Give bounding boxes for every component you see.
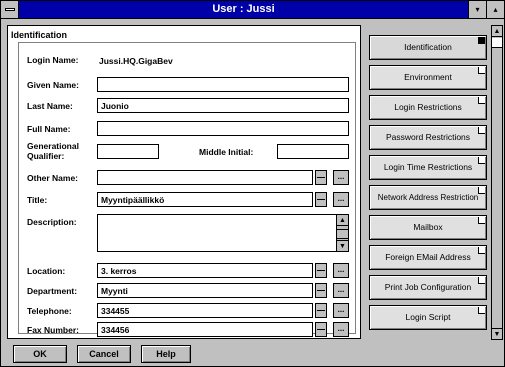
description-textarea[interactable]: ▲ ▼	[97, 214, 349, 252]
department-field[interactable]: Myynti	[97, 283, 313, 298]
location-browse-button[interactable]: ...	[333, 263, 349, 278]
fax-number-spinner[interactable]	[315, 322, 327, 337]
full-name-label: Full Name:	[27, 124, 71, 134]
tab-label: Login Time Restrictions	[383, 162, 473, 172]
given-name-label: Given Name:	[27, 80, 79, 90]
fax-number-browse-button[interactable]: ...	[333, 322, 349, 337]
system-menu-button[interactable]	[1, 1, 19, 18]
given-name-field[interactable]	[97, 77, 349, 92]
tab-identification[interactable]: Identification	[369, 35, 487, 60]
tab-login-time-restrictions[interactable]: Login Time Restrictions	[369, 155, 487, 180]
title-label: Title:	[27, 195, 48, 205]
fax-number-field[interactable]: 334456	[97, 322, 313, 337]
system-menu-icon	[5, 8, 15, 11]
tab-corner-icon	[478, 37, 485, 44]
tab-foreign-email-address[interactable]: Foreign EMail Address	[369, 245, 487, 270]
tab-corner-icon	[478, 187, 485, 194]
section-title: Identification	[11, 30, 67, 40]
login-name-value: Jussi.HQ.GigaBev	[99, 56, 173, 66]
description-label: Description:	[27, 217, 77, 227]
generational-qualifier-field[interactable]	[97, 144, 159, 159]
location-field[interactable]: 3. kerros	[97, 263, 313, 278]
tab-corner-icon	[478, 307, 485, 314]
tab-corner-icon	[478, 247, 485, 254]
minimize-button[interactable]: ▾	[468, 1, 486, 18]
cancel-button[interactable]: Cancel	[77, 345, 131, 363]
title-spinner[interactable]	[315, 192, 327, 207]
tab-login-restrictions[interactable]: Login Restrictions	[369, 95, 487, 120]
help-button[interactable]: Help	[141, 345, 191, 363]
department-spinner[interactable]	[315, 283, 327, 298]
tab-corner-icon	[478, 97, 485, 104]
login-name-label: Login Name:	[27, 55, 79, 65]
location-label: Location:	[27, 266, 66, 276]
tab-mailbox[interactable]: Mailbox	[369, 215, 487, 240]
tab-network-address-restriction[interactable]: Network Address Restriction	[369, 185, 487, 210]
last-name-field[interactable]: Juonio	[97, 98, 349, 113]
title-bar: User : Jussi ▾ ▴	[1, 1, 504, 19]
tabs-scroll-thumb[interactable]	[492, 38, 502, 48]
other-name-label: Other Name:	[27, 173, 79, 183]
department-browse-button[interactable]: ...	[333, 283, 349, 298]
tabs-scrollbar[interactable]: ▲ ▼	[491, 25, 503, 340]
tab-label: Password Restrictions	[385, 132, 471, 142]
tab-corner-icon	[478, 217, 485, 224]
user-dialog-window: User : Jussi ▾ ▴ Identification Login Na…	[0, 0, 505, 367]
department-label: Department:	[27, 286, 78, 296]
full-name-field[interactable]	[97, 121, 349, 136]
tabs-scroll-up-icon[interactable]: ▲	[492, 26, 502, 37]
other-name-spinner[interactable]	[315, 170, 327, 185]
tab-corner-icon	[478, 157, 485, 164]
middle-initial-label: Middle Initial:	[199, 147, 254, 157]
location-spinner[interactable]	[315, 263, 327, 278]
tab-label: Environment	[404, 72, 452, 82]
other-name-field[interactable]	[97, 170, 313, 185]
window-title: User : Jussi	[212, 3, 275, 15]
tab-label: Mailbox	[413, 222, 443, 232]
tab-print-job-configuration[interactable]: Print Job Configuration	[369, 275, 487, 300]
tab-label: Foreign EMail Address	[385, 252, 471, 262]
tab-label: Print Job Configuration	[384, 282, 472, 292]
maximize-button[interactable]: ▴	[486, 1, 504, 18]
generational-qualifier-label-line2: Qualifier:	[27, 151, 65, 161]
identification-panel: Identification Login Name: Jussi.HQ.Giga…	[7, 25, 361, 339]
tab-corner-icon	[478, 277, 485, 284]
middle-initial-field[interactable]	[277, 144, 349, 159]
generational-qualifier-label-line1: Generational	[27, 141, 79, 151]
tab-label: Network Address Restriction	[377, 193, 479, 202]
scroll-thumb[interactable]	[337, 229, 348, 239]
page-tabs: Identification Environment Login Restric…	[365, 25, 491, 340]
tab-corner-icon	[478, 127, 485, 134]
title-field[interactable]: Myyntipäällikkö	[97, 192, 313, 207]
telephone-browse-button[interactable]: ...	[333, 303, 349, 318]
tab-login-script[interactable]: Login Script	[369, 305, 487, 330]
tabs-scroll-down-icon[interactable]: ▼	[492, 328, 502, 339]
ok-button[interactable]: OK	[13, 345, 67, 363]
telephone-field[interactable]: 334455	[97, 303, 313, 318]
tab-label: Login Script	[405, 312, 451, 322]
scroll-down-icon[interactable]: ▼	[337, 240, 348, 251]
scroll-up-icon[interactable]: ▲	[337, 215, 348, 226]
telephone-label: Telephone:	[27, 306, 72, 316]
description-scrollbar[interactable]: ▲ ▼	[336, 215, 348, 251]
tab-environment[interactable]: Environment	[369, 65, 487, 90]
telephone-spinner[interactable]	[315, 303, 327, 318]
identification-group: Login Name: Jussi.HQ.GigaBev Given Name:…	[18, 42, 356, 337]
fax-number-label: Fax Number:	[27, 325, 79, 335]
tab-label: Login Restrictions	[394, 102, 462, 112]
tab-corner-icon	[478, 67, 485, 74]
tab-password-restrictions[interactable]: Password Restrictions	[369, 125, 487, 150]
last-name-label: Last Name:	[27, 101, 73, 111]
title-browse-button[interactable]: ...	[333, 192, 349, 207]
tab-label: Identification	[404, 42, 452, 52]
other-name-browse-button[interactable]: ...	[333, 170, 349, 185]
